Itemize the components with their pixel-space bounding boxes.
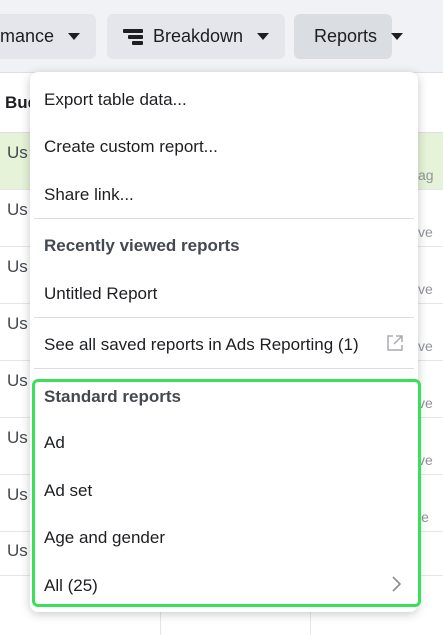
menu-item-standard-age-and-gender[interactable]: Age and gender [44,528,165,548]
menu-item-create-custom-report[interactable]: Create custom report... [44,137,218,157]
menu-item-standard-ad[interactable]: Ad [44,433,65,453]
caret-down-icon [68,33,81,40]
menu-item-share-link[interactable]: Share link... [44,185,134,205]
table-cell: Us [7,371,28,390]
breakdown-icon [123,28,143,46]
menu-item-standard-ad-set[interactable]: Ad set [44,481,92,501]
chevron-right-icon [392,576,402,592]
table-cell: ve [418,395,433,411]
table-cell: Us [7,541,28,560]
standard-reports-heading: Standard reports [44,387,181,406]
caret-down-icon [391,33,404,40]
table-cell: ag [418,167,434,183]
table-cell: Us [7,314,28,333]
menu-divider [34,218,414,219]
table-cell: Us [7,200,28,219]
performance-dropdown-button[interactable]: mance [0,14,96,59]
reports-label: Reports [314,26,378,46]
reports-menu: Export table data... Create custom repor… [30,72,418,612]
toolbar: mance Breakdown Reports [0,0,443,72]
menu-divider [34,317,414,318]
menu-item-export-table-data[interactable]: Export table data... [44,90,187,110]
recently-viewed-heading: Recently viewed reports [44,236,240,255]
table-cell: Us [7,485,28,504]
table-cell: ve [418,338,433,354]
menu-item-all-standard-reports[interactable]: All (25) [44,576,98,596]
table-cell: Us [7,143,28,162]
reports-dropdown-button[interactable]: Reports [294,14,404,59]
table-cell: Us [7,257,28,276]
table-cell: ve [418,452,433,468]
breakdown-dropdown-button[interactable]: Breakdown [107,14,285,59]
table-cell: ve [418,224,433,240]
performance-label: mance [0,26,55,46]
menu-item-see-all-saved-reports[interactable]: See all saved reports in Ads Reporting (… [44,335,359,355]
table-cell: ve [418,281,433,297]
menu-divider [34,368,414,369]
table-cell: Us [7,428,28,447]
caret-down-icon [257,33,270,40]
table-cell: le [418,509,429,525]
breakdown-label: Breakdown [153,26,244,46]
external-link-icon [387,335,403,351]
menu-item-untitled-report[interactable]: Untitled Report [44,284,157,304]
